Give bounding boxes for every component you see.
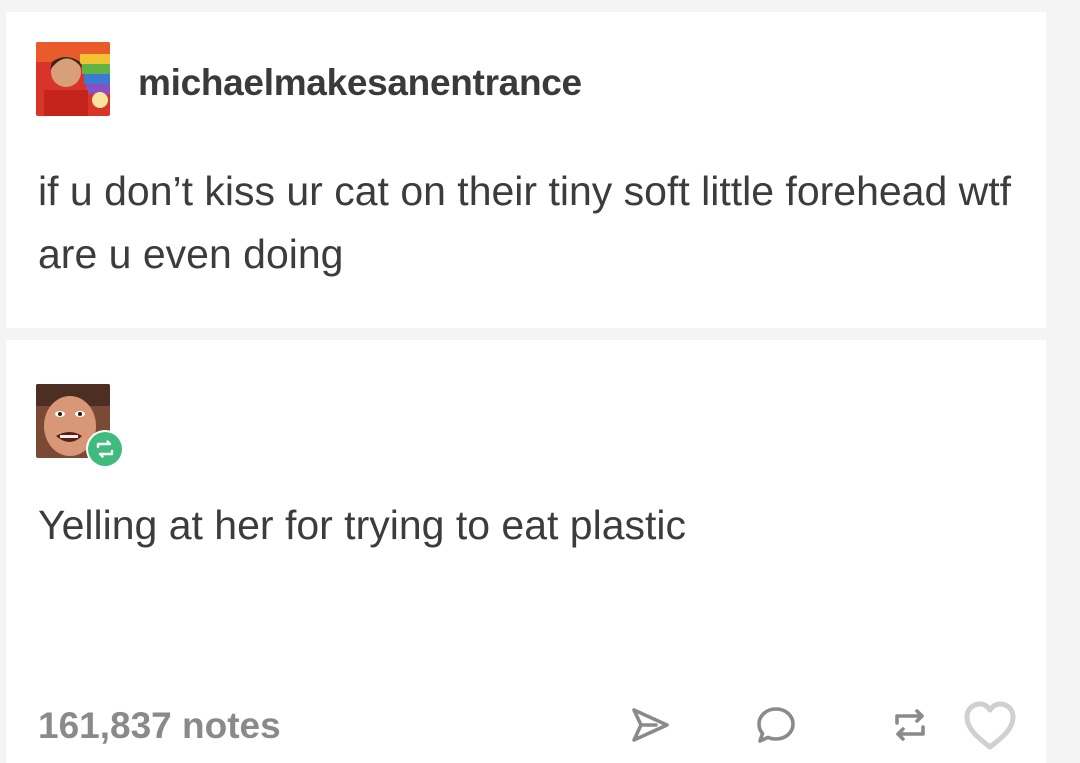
notes-count[interactable]: 161,837 notes [38, 705, 281, 747]
reblog-badge [86, 430, 124, 468]
original-post-card: michaelmakesanentrance if u don’t kiss u… [6, 12, 1046, 328]
reblog-badge-icon [88, 432, 122, 466]
original-post-text: if u don’t kiss ur cat on their tiny sof… [38, 168, 1012, 277]
reblog-comment-text: Yelling at her for trying to eat plastic [38, 502, 687, 548]
like-button[interactable] [960, 695, 1020, 755]
share-button[interactable] [620, 695, 680, 755]
heart-icon [964, 701, 1016, 750]
share-icon [632, 708, 669, 742]
op-avatar[interactable] [36, 42, 110, 116]
reblog-button[interactable] [880, 695, 940, 755]
reblog-icon [895, 709, 925, 741]
reply-button[interactable] [746, 695, 806, 755]
reply-icon [757, 707, 795, 743]
reblog-card: Yelling at her for trying to eat plastic… [6, 340, 1046, 763]
op-username[interactable]: michaelmakesanentrance [138, 62, 582, 104]
tumblr-post-screenshot: michaelmakesanentrance if u don’t kiss u… [0, 0, 1080, 763]
